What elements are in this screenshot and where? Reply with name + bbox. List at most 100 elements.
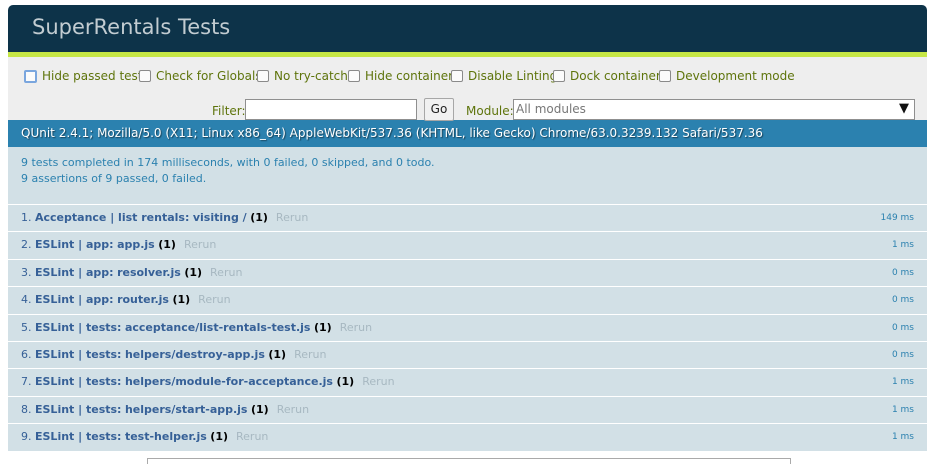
module-select[interactable]: All modules ▼ bbox=[513, 99, 915, 120]
rerun-link[interactable]: Rerun bbox=[236, 430, 268, 443]
test-module[interactable]: ESLint | tests: bbox=[35, 430, 121, 443]
test-row[interactable]: 6. ESLint | tests: helpers/destroy-app.j… bbox=[8, 341, 927, 370]
assertion-count: (1) bbox=[158, 238, 176, 252]
option-hide-passed[interactable]: Hide passed tests bbox=[24, 69, 149, 83]
test-summary: 9 tests completed in 174 milliseconds, w… bbox=[8, 147, 927, 205]
option-label: Development mode bbox=[676, 69, 795, 83]
test-row[interactable]: 5. ESLint | tests: acceptance/list-renta… bbox=[8, 314, 927, 342]
assertion-count: (1) bbox=[210, 430, 229, 444]
test-name[interactable]: app.js bbox=[117, 238, 155, 251]
go-button[interactable]: Go bbox=[424, 98, 454, 121]
test-number: 5. bbox=[21, 320, 32, 334]
test-number: 4. bbox=[21, 293, 32, 307]
test-row[interactable]: 3. ESLint | app: resolver.js (1) Rerun 0 m… bbox=[8, 259, 927, 288]
test-module[interactable]: ESLint | tests: bbox=[35, 348, 121, 361]
test-number: 8. bbox=[21, 402, 32, 416]
check-globals-checkbox[interactable] bbox=[139, 70, 151, 82]
test-number: 7. bbox=[21, 375, 32, 389]
test-module[interactable]: ESLint | tests: bbox=[35, 375, 121, 388]
test-name[interactable]: helpers/start-app.js bbox=[125, 403, 248, 416]
module-select-value: All modules bbox=[516, 102, 586, 116]
option-development-mode[interactable]: Development mode bbox=[659, 69, 795, 83]
test-runtime: 1 ms bbox=[891, 240, 914, 251]
option-hide-container[interactable]: Hide container bbox=[348, 69, 453, 83]
test-runtime: 1 ms bbox=[891, 432, 914, 443]
test-row[interactable]: 1. Acceptance | list rentals: visiting /… bbox=[8, 205, 927, 233]
dropdown-arrow-icon: ▼ bbox=[899, 101, 909, 116]
assertion-count: (1) bbox=[172, 293, 191, 307]
rerun-link[interactable]: Rerun bbox=[198, 293, 230, 306]
test-module[interactable]: Acceptance | list rentals: bbox=[35, 211, 189, 224]
test-list: 1. Acceptance | list rentals: visiting /… bbox=[8, 205, 927, 452]
test-runtime: 0 ms bbox=[891, 295, 914, 306]
option-label: Hide passed tests bbox=[42, 69, 149, 83]
test-runtime: 1 ms bbox=[891, 404, 914, 415]
option-no-try-catch[interactable]: No try-catch bbox=[257, 69, 348, 83]
summary-line-1: 9 tests completed in 174 milliseconds, w… bbox=[21, 156, 435, 169]
dock-container-checkbox[interactable] bbox=[553, 70, 565, 82]
option-label: No try-catch bbox=[274, 69, 348, 83]
test-name[interactable]: test-helper.js bbox=[125, 430, 207, 443]
no-try-catch-checkbox[interactable] bbox=[257, 70, 269, 82]
qunit-container: SuperRentals Tests Hide passed tests Che… bbox=[8, 5, 927, 452]
test-name[interactable]: visiting / bbox=[193, 211, 247, 224]
test-row[interactable]: 8. ESLint | tests: helpers/start-app.js … bbox=[8, 396, 927, 425]
test-name[interactable]: router.js bbox=[117, 293, 169, 306]
test-number: 1. bbox=[21, 211, 32, 224]
test-container-edge bbox=[147, 458, 791, 464]
rerun-link[interactable]: Rerun bbox=[340, 321, 372, 334]
test-module[interactable]: ESLint | tests: bbox=[35, 403, 121, 416]
option-dock-container[interactable]: Dock container bbox=[553, 69, 661, 83]
option-disable-linting[interactable]: Disable Linting bbox=[451, 69, 557, 83]
filter-label: Filter: bbox=[212, 104, 246, 118]
rerun-link[interactable]: Rerun bbox=[276, 211, 308, 224]
rerun-link[interactable]: Rerun bbox=[362, 375, 394, 388]
assertion-count: (1) bbox=[313, 320, 332, 334]
hide-passed-checkbox[interactable] bbox=[24, 69, 37, 83]
test-row[interactable]: 2. ESLint | app: app.js (1) Rerun 1 ms bbox=[8, 232, 927, 260]
option-label: Check for Globals bbox=[156, 69, 262, 83]
test-name[interactable]: acceptance/list-rentals-test.js bbox=[125, 321, 311, 334]
option-label: Disable Linting bbox=[468, 69, 558, 83]
test-row[interactable]: 4. ESLint | app: router.js (1) Rerun 0 ms bbox=[8, 287, 927, 315]
page-title[interactable]: SuperRentals Tests bbox=[32, 15, 230, 39]
assertion-count: (1) bbox=[250, 211, 268, 224]
test-runtime: 149 ms bbox=[880, 213, 915, 223]
rerun-link[interactable]: Rerun bbox=[184, 238, 216, 251]
test-runtime: 0 ms bbox=[891, 349, 914, 360]
toolbar: Hide passed tests Check for Globals No t… bbox=[8, 57, 927, 121]
summary-line-2: 9 assertions of 9 passed, 0 failed. bbox=[21, 172, 207, 185]
assertion-count: (1) bbox=[184, 265, 203, 279]
disable-linting-checkbox[interactable] bbox=[451, 70, 463, 82]
assertion-count: (1) bbox=[250, 402, 269, 416]
test-number: 3. bbox=[21, 265, 32, 279]
test-module[interactable]: ESLint | app: bbox=[35, 293, 114, 306]
header-banner: SuperRentals Tests bbox=[8, 5, 927, 52]
option-check-globals[interactable]: Check for Globals bbox=[139, 69, 262, 83]
test-runtime: 0 ms bbox=[891, 322, 914, 333]
rerun-link[interactable]: Rerun bbox=[277, 403, 309, 416]
test-module[interactable]: ESLint | app: bbox=[35, 266, 114, 279]
filter-input[interactable] bbox=[245, 99, 417, 120]
option-label: Dock container bbox=[570, 69, 661, 83]
test-row[interactable]: 7. ESLint | tests: helpers/module-for-ac… bbox=[8, 369, 927, 397]
assertion-count: (1) bbox=[336, 375, 355, 389]
test-name[interactable]: helpers/destroy-app.js bbox=[125, 348, 265, 361]
user-agent-bar: QUnit 2.4.1; Mozilla/5.0 (X11; Linux x86… bbox=[8, 120, 927, 147]
hide-container-checkbox[interactable] bbox=[348, 70, 360, 82]
rerun-link[interactable]: Rerun bbox=[294, 348, 326, 361]
test-name[interactable]: helpers/module-for-acceptance.js bbox=[125, 375, 333, 388]
test-number: 6. bbox=[21, 347, 32, 361]
module-label: Module: bbox=[466, 104, 514, 118]
development-mode-checkbox[interactable] bbox=[659, 70, 671, 82]
test-number: 2. bbox=[21, 238, 32, 252]
assertion-count: (1) bbox=[268, 347, 287, 361]
rerun-link[interactable]: Rerun bbox=[210, 266, 242, 279]
test-module[interactable]: ESLint | tests: bbox=[35, 321, 121, 334]
test-runtime: 0 ms bbox=[891, 267, 914, 278]
test-module[interactable]: ESLint | app: bbox=[35, 238, 114, 251]
test-name[interactable]: resolver.js bbox=[117, 266, 181, 279]
test-row[interactable]: 9. ESLint | tests: test-helper.js (1) Rer… bbox=[8, 424, 927, 452]
test-number: 9. bbox=[21, 430, 32, 444]
option-label: Hide container bbox=[365, 69, 454, 83]
